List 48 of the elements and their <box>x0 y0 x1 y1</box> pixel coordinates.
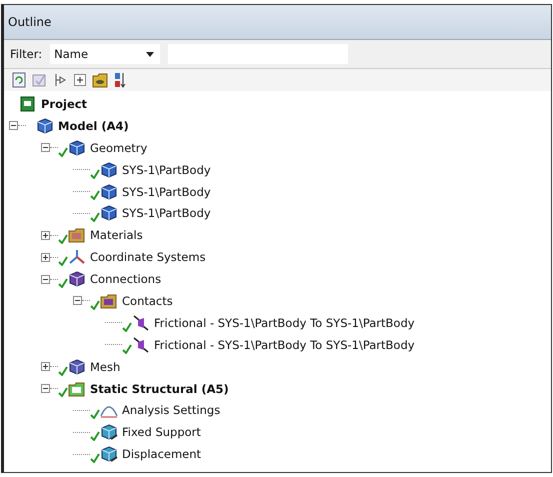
sort-icon[interactable] <box>114 72 126 88</box>
cube-icon <box>100 446 118 462</box>
tree-item[interactable]: Coordinate Systems <box>89 250 207 264</box>
arrows-icon <box>132 314 150 331</box>
tree-item[interactable]: Model (A4) <box>57 118 130 133</box>
tree-item[interactable]: Static Structural (A5) <box>89 382 230 396</box>
tree-item[interactable]: Fixed Support <box>121 425 202 440</box>
tree-item[interactable]: Frictional - SYS-1\PartBody To SYS-1\PartBody <box>153 316 416 330</box>
cube-icon <box>68 358 86 375</box>
cube-icon <box>100 205 118 222</box>
tree-item[interactable]: SYS-1\PartBody <box>121 184 212 198</box>
tree-item[interactable]: Displacement <box>121 447 202 462</box>
expand-icon[interactable] <box>41 362 50 372</box>
panel-title: Outline <box>4 5 551 40</box>
collapse-icon[interactable] <box>41 274 50 284</box>
tree-item[interactable]: Contacts <box>121 294 174 308</box>
tree-item[interactable]: Frictional - SYS-1\PartBody To SYS-1\PartBody <box>153 338 416 352</box>
collapse-icon[interactable] <box>9 121 18 130</box>
axes-icon <box>68 249 86 266</box>
tree-item[interactable]: Connections <box>89 272 162 286</box>
tree-item[interactable]: Materials <box>89 228 144 242</box>
cube-icon <box>36 118 54 134</box>
tree-item[interactable]: Geometry <box>89 140 148 155</box>
cube-icon <box>100 184 118 200</box>
tree-item[interactable]: SYS-1\PartBody <box>121 206 212 220</box>
refresh-icon[interactable] <box>12 72 26 88</box>
expand-icon[interactable] <box>41 252 50 262</box>
folder-icon <box>68 380 86 397</box>
filter-dropdown[interactable]: Name <box>50 44 160 64</box>
filter-label: Filter: <box>10 47 42 61</box>
folder-icon[interactable] <box>92 72 108 88</box>
folder-icon <box>100 292 118 309</box>
folder-icon <box>68 227 86 244</box>
tree-item[interactable]: Analysis Settings <box>121 403 222 418</box>
collapse-icon[interactable] <box>41 384 50 394</box>
collapse-icon[interactable] <box>41 143 50 152</box>
cube-icon <box>68 271 86 288</box>
expand-icon[interactable] <box>41 230 50 240</box>
tree-item[interactable]: SYS-1\PartBody <box>121 162 212 177</box>
expand-all-icon[interactable] <box>74 74 86 86</box>
cube-icon <box>68 140 86 156</box>
caret-icon <box>146 52 154 56</box>
arrows-icon <box>132 336 150 353</box>
collapse-icon[interactable] <box>73 296 82 306</box>
tree-item[interactable]: Project <box>40 96 88 111</box>
cube-icon <box>100 162 118 178</box>
cube-icon <box>100 424 118 440</box>
tree-item[interactable]: Mesh <box>89 360 122 374</box>
